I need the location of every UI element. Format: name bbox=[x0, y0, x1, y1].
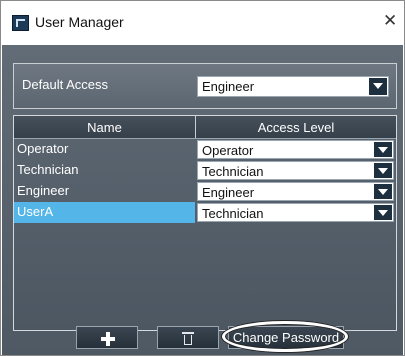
chevron-down-icon[interactable] bbox=[374, 142, 392, 157]
users-table: Name Access Level Operator Operator Tech… bbox=[13, 115, 397, 331]
table-row-selected[interactable]: UserA Technician bbox=[14, 202, 396, 223]
access-level-dropdown[interactable]: Engineer bbox=[197, 182, 394, 201]
user-name-cell: Technician bbox=[17, 162, 79, 177]
column-header-access-level[interactable]: Access Level bbox=[196, 120, 396, 135]
table-header: Name Access Level bbox=[14, 116, 396, 139]
button-bar: Change Password bbox=[2, 320, 403, 355]
access-level-dropdown[interactable]: Operator bbox=[197, 140, 394, 159]
access-level-dropdown[interactable]: Technician bbox=[197, 203, 394, 222]
add-user-button[interactable] bbox=[76, 326, 138, 349]
window-title: User Manager bbox=[35, 14, 124, 30]
access-level-value: Technician bbox=[202, 164, 264, 179]
user-manager-app-icon bbox=[12, 15, 29, 31]
default-access-dropdown[interactable]: Engineer bbox=[197, 76, 389, 97]
access-level-dropdown[interactable]: Technician bbox=[197, 161, 394, 180]
access-level-value: Technician bbox=[202, 206, 264, 221]
user-name-cell: Operator bbox=[17, 141, 69, 156]
change-password-label: Change Password bbox=[232, 330, 340, 345]
chevron-down-icon[interactable] bbox=[374, 163, 392, 178]
change-password-button[interactable]: Change Password bbox=[228, 326, 344, 349]
delete-user-button[interactable] bbox=[157, 326, 219, 349]
default-access-value: Engineer bbox=[202, 79, 255, 94]
table-row[interactable]: Operator Operator bbox=[14, 139, 396, 160]
user-manager-window: User Manager ✕ Default Access Engineer N… bbox=[0, 0, 405, 356]
access-level-value: Engineer bbox=[202, 185, 255, 200]
table-row[interactable]: Technician Technician bbox=[14, 160, 396, 181]
title-bar: User Manager ✕ bbox=[1, 1, 404, 45]
default-access-panel: Default Access Engineer bbox=[13, 63, 397, 109]
column-header-name[interactable]: Name bbox=[14, 120, 195, 135]
table-row[interactable]: Engineer Engineer bbox=[14, 181, 396, 202]
chevron-down-icon[interactable] bbox=[369, 78, 387, 95]
close-icon[interactable]: ✕ bbox=[383, 12, 397, 30]
content-area: Default Access Engineer Name Access Leve… bbox=[2, 45, 403, 355]
chevron-down-icon[interactable] bbox=[374, 205, 392, 220]
user-name-cell: Engineer bbox=[17, 183, 70, 198]
default-access-label: Default Access bbox=[22, 77, 108, 92]
chevron-down-icon[interactable] bbox=[374, 184, 392, 199]
access-level-value: Operator bbox=[202, 143, 254, 158]
user-name-cell: UserA bbox=[17, 204, 54, 219]
